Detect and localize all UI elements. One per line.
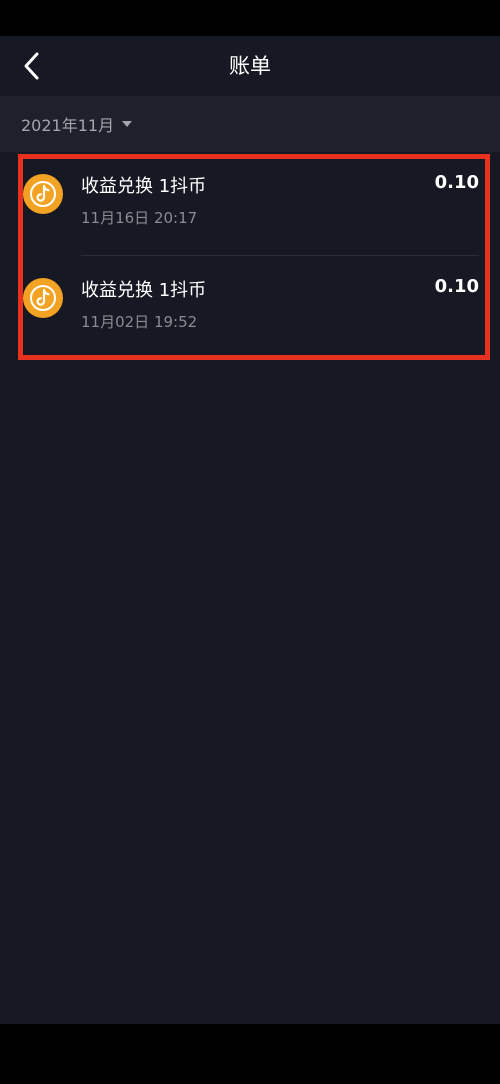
phone-screen: 账单 2021年11月 收益兑换 1抖币 11月16日 20:17 0.10 收…	[0, 0, 500, 1084]
douyin-coin-icon	[23, 278, 63, 318]
status-bar	[0, 0, 500, 36]
month-label: 2021年11月	[21, 116, 115, 135]
bill-list: 收益兑换 1抖币 11月16日 20:17 0.10 收益兑换 1抖币 11月0…	[0, 152, 500, 360]
bill-item[interactable]: 收益兑换 1抖币 11月02日 19:52 0.10	[0, 256, 500, 360]
navigation-bar	[0, 1024, 500, 1084]
bill-time: 11月16日 20:17	[81, 209, 198, 227]
bill-amount: 0.10	[434, 276, 479, 297]
bill-amount: 0.10	[434, 172, 479, 193]
bill-title: 收益兑换 1抖币	[81, 280, 207, 301]
month-selector[interactable]: 2021年11月	[21, 96, 133, 152]
caret-down-icon	[122, 121, 133, 127]
douyin-coin-icon	[23, 174, 63, 214]
bill-item[interactable]: 收益兑换 1抖币 11月16日 20:17 0.10	[0, 152, 500, 256]
bill-time: 11月02日 19:52	[81, 313, 198, 331]
nav-bar: 账单	[0, 36, 500, 96]
bill-page: 账单 2021年11月 收益兑换 1抖币 11月16日 20:17 0.10 收…	[0, 36, 500, 1024]
page-title: 账单	[229, 54, 271, 78]
month-filter-bar: 2021年11月	[0, 96, 500, 152]
bill-title: 收益兑换 1抖币	[81, 176, 207, 197]
